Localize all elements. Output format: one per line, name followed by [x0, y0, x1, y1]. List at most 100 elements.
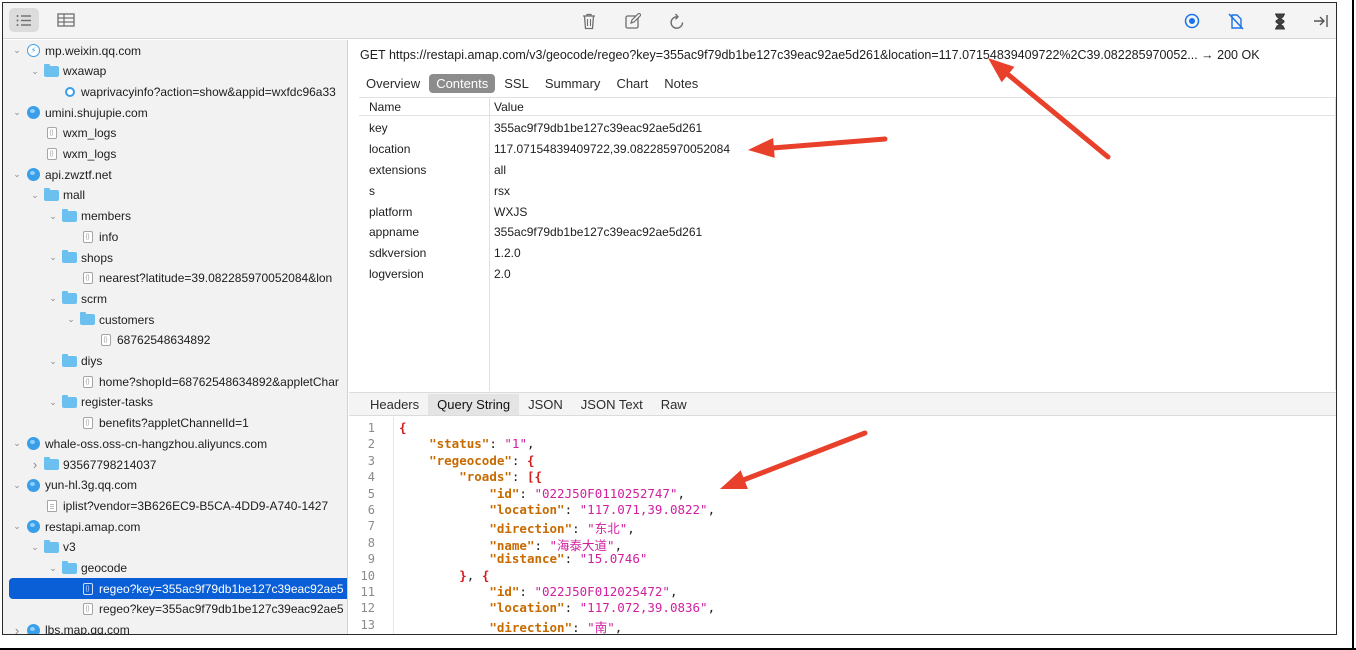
tab-json[interactable]: JSON [519, 394, 572, 415]
tree-item[interactable]: ⌄ geocode [3, 558, 347, 579]
throttle-icon[interactable] [1266, 8, 1294, 34]
tab-notes[interactable]: Notes [657, 74, 705, 93]
trash-icon[interactable] [575, 8, 603, 34]
tab-contents[interactable]: Contents [429, 73, 496, 93]
folder-icon [80, 312, 95, 326]
json-value: "022J50F0110252747" [534, 485, 678, 501]
table-row[interactable]: s rsx [359, 181, 1335, 201]
tree-item[interactable]: {} 68762548634892 [3, 330, 347, 351]
tree-item[interactable]: ⌄ v3 [3, 537, 347, 558]
tree-item-label: customers [99, 312, 155, 327]
tree-item[interactable]: {} wxm_logs [3, 123, 347, 144]
folder-icon [62, 208, 77, 223]
chevron-down-icon[interactable]: ⌄ [29, 189, 41, 201]
tab-overview[interactable]: Overview [359, 74, 427, 93]
table-row[interactable]: key 355ac9f79db1be127c39eac92ae5d261 [359, 118, 1335, 138]
list-view-icon[interactable] [9, 8, 39, 32]
tab-raw[interactable]: Raw [652, 394, 696, 415]
breakpoint-icon[interactable] [1222, 8, 1250, 34]
json-line: "regeocode": { [399, 453, 534, 468]
edit-icon[interactable] [619, 8, 647, 34]
tree-item[interactable]: {} info [3, 226, 347, 247]
tree-item[interactable]: ⌄ umini.shujupie.com [3, 102, 347, 123]
table-row[interactable]: extensions all [359, 160, 1335, 180]
tab-json-text[interactable]: JSON Text [572, 394, 652, 415]
json-line: "location": "117.071,39.0822", [399, 502, 715, 517]
tree-item[interactable]: ⌄ ⚡ mp.weixin.qq.com [3, 40, 347, 61]
tree-item-label: 68762548634892 [117, 333, 211, 348]
tab-ssl[interactable]: SSL [497, 74, 536, 93]
chevron-down-icon[interactable]: ⌄ [47, 293, 59, 305]
chevron-down-icon[interactable]: ⌄ [11, 169, 23, 181]
chevron-down-icon[interactable]: ⌄ [47, 252, 59, 264]
table-row[interactable]: platform WXJS [359, 202, 1335, 222]
chevron-down-icon[interactable]: ⌄ [65, 314, 77, 326]
refresh-icon[interactable] [663, 8, 691, 34]
chevron-down-icon[interactable]: ⌄ [29, 541, 41, 553]
tree-item[interactable]: ⌄ customers [3, 309, 347, 330]
tree-item[interactable]: ⌄ restapi.amap.com [3, 516, 347, 537]
tree-item[interactable]: {} nearest?latitude=39.082285970052084&lo… [3, 268, 347, 289]
table-row[interactable]: location 117.07154839409722,39.0822859700… [359, 139, 1335, 159]
tree-item[interactable]: ⌄ diys [3, 351, 347, 372]
tree-item[interactable]: ⌄ mall [3, 185, 347, 206]
chevron-right-icon[interactable]: › [29, 457, 41, 472]
tree-item[interactable]: › 93567798214037 [3, 454, 347, 475]
tree-item[interactable]: {} home?shopId=68762548634892&appletChar [3, 371, 347, 392]
json-viewer[interactable]: 1 2 3 4 5 6 7 8 9 10 11 12 13 { "status": "1", "rege… [349, 417, 1336, 634]
tree-item[interactable]: iplist?vendor=3B626EC9-B5CA-4DD9-A740-14… [3, 495, 347, 516]
request-url-line[interactable]: GET https://restapi.amap.com/v3/geocode/… [360, 48, 1336, 66]
table-row[interactable]: sdkversion 1.2.0 [359, 243, 1335, 263]
chevron-down-icon[interactable]: ⌄ [11, 45, 23, 57]
json-text: , [526, 436, 535, 452]
record-icon[interactable] [1178, 8, 1206, 34]
query-table-header: Name Value [359, 98, 1335, 116]
tree-item[interactable]: ⌄ wxawap [3, 61, 347, 82]
tab-headers[interactable]: Headers [361, 394, 428, 415]
tree-item-label: iplist?vendor=3B626EC9-B5CA-4DD9-A740-14… [63, 498, 329, 513]
chevron-down-icon[interactable]: ⌄ [11, 479, 23, 491]
tree-item[interactable]: ⌄ members [3, 206, 347, 227]
tree-item[interactable]: ⌄ api.zwztf.net [3, 164, 347, 185]
json-text: : [564, 551, 580, 567]
collapse-sidebar-icon[interactable] [1307, 8, 1335, 34]
param-name: s [369, 184, 375, 198]
chevron-down-icon[interactable]: ⌄ [29, 65, 41, 77]
tree-item[interactable]: {} benefits?appletChannelId=1 [3, 413, 347, 434]
chevron-down-icon[interactable]: ⌄ [47, 210, 59, 222]
chevron-down-icon[interactable]: ⌄ [11, 438, 23, 450]
line-number: 11 [360, 585, 375, 599]
folder-icon [44, 63, 59, 78]
tree-item[interactable]: {} regeo?key=355ac9f79db1be127c39eac92ae5 [9, 578, 347, 600]
tree-item[interactable]: ⌄ scrm [3, 288, 347, 309]
tree-item[interactable]: ⌄ register-tasks [3, 392, 347, 413]
tab-query-string[interactable]: Query String [428, 393, 520, 415]
chevron-down-icon[interactable]: ⌄ [47, 562, 59, 574]
tree-item[interactable]: {} regeo?key=355ac9f79db1be127c39eac92ae5 [3, 599, 347, 620]
tree-item[interactable]: ⌄ shops [3, 247, 347, 268]
tree-item-label: yun-hl.3g.qq.com [45, 478, 138, 493]
chevron-down-icon[interactable]: ⌄ [11, 107, 23, 119]
chevron-down-icon[interactable]: ⌄ [47, 355, 59, 367]
table-view-icon[interactable] [51, 8, 81, 32]
table-row[interactable]: logversion 2.0 [359, 264, 1335, 284]
column-header-value[interactable]: Value [494, 100, 524, 114]
tree-item[interactable]: waprivacyinfo?action=show&appid=wxfdc96a… [3, 81, 347, 102]
tree-item[interactable]: {} wxm_logs [3, 144, 347, 165]
tree-item[interactable]: ⌄ yun-hl.3g.qq.com [3, 475, 347, 496]
chevron-down-icon[interactable]: ⌄ [11, 521, 23, 533]
json-text: , [627, 521, 635, 537]
tree-item[interactable]: › lbs.map.qq.com [3, 620, 347, 634]
tab-summary[interactable]: Summary [538, 74, 608, 93]
param-name: logversion [369, 267, 424, 281]
column-header-name[interactable]: Name [369, 100, 401, 114]
file-icon: {} [44, 127, 59, 140]
json-text: : [564, 502, 580, 517]
table-row[interactable]: appname 355ac9f79db1be127c39eac92ae5d261 [359, 222, 1335, 242]
chevron-right-icon[interactable]: › [11, 623, 23, 634]
chevron-down-icon[interactable]: ⌄ [47, 396, 59, 408]
tree-item[interactable]: ⌄ whale-oss.oss-cn-hangzhou.aliyuncs.com [3, 433, 347, 454]
tab-chart[interactable]: Chart [609, 74, 655, 93]
